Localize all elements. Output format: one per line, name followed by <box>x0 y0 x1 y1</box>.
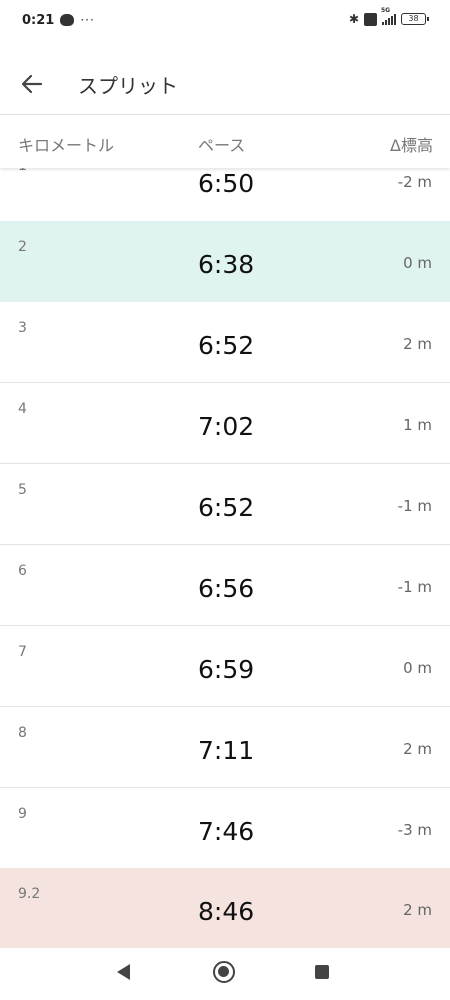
row-pace: 6:52 <box>198 493 255 522</box>
table-row-best: 2 6:38 0 m <box>0 221 450 302</box>
volte-icon <box>364 12 377 26</box>
status-bar: 0:21 ··· ✱ 5G 38 <box>0 0 450 40</box>
table-header: キロメートル ペース Δ標高 <box>0 114 450 168</box>
table-row: 4 7:02 1 m <box>0 383 450 464</box>
row-km: 6 <box>18 563 27 579</box>
row-pace: 6:59 <box>198 655 255 684</box>
row-elevation: 0 m <box>403 659 432 677</box>
status-time: 0:21 <box>22 12 55 28</box>
row-km: 3 <box>18 320 27 336</box>
row-km: 9.2 <box>18 886 41 902</box>
page-title: スプリット <box>78 73 178 98</box>
signal-icon: 5G <box>381 7 396 25</box>
row-pace: 6:38 <box>198 250 255 279</box>
table-row: 5 6:52 -1 m <box>0 464 450 545</box>
row-km: 2 <box>18 239 27 255</box>
arrow-left-icon[interactable] <box>10 62 54 106</box>
more-dots-icon: ··· <box>80 13 95 27</box>
row-pace: 8:46 <box>198 897 255 926</box>
bluetooth-icon: ✱ <box>348 12 359 26</box>
row-elevation: 2 m <box>403 335 432 353</box>
column-header-km: キロメートル <box>18 136 115 155</box>
table-row: 7 6:59 0 m <box>0 626 450 707</box>
table-row: 3 6:52 2 m <box>0 302 450 383</box>
row-km: 1 <box>18 168 27 174</box>
row-elevation: -1 m <box>397 497 432 515</box>
row-elevation: 1 m <box>403 416 432 434</box>
row-elevation: -1 m <box>397 578 432 596</box>
row-pace: 7:02 <box>198 412 255 441</box>
row-elevation: -3 m <box>397 821 432 839</box>
table-row: 1 6:50 -2 m <box>0 168 450 220</box>
status-right: ✱ 5G 38 <box>348 7 429 26</box>
battery-icon: 38 <box>401 13 429 25</box>
row-elevation: -2 m <box>397 173 432 191</box>
row-elevation: 0 m <box>403 254 432 272</box>
row-km: 8 <box>18 725 27 741</box>
app-bar: スプリット <box>0 56 450 112</box>
table-row: 8 7:11 2 m <box>0 707 450 788</box>
row-pace: 6:50 <box>198 169 255 198</box>
row-pace: 7:11 <box>198 736 255 765</box>
row-elevation: 2 m <box>403 901 432 919</box>
row-elevation: 2 m <box>403 740 432 758</box>
notification-icon <box>60 14 75 26</box>
splits-list[interactable]: 1 6:50 -2 m 2 6:38 0 m 3 6:52 2 m 4 7:02… <box>0 168 450 948</box>
row-km: 9 <box>18 806 27 822</box>
nav-home-icon[interactable] <box>213 961 235 983</box>
system-nav-bar <box>0 948 450 1000</box>
nav-back-icon[interactable] <box>117 964 130 980</box>
column-header-elevation: Δ標高 <box>390 136 433 155</box>
row-pace: 6:56 <box>198 574 255 603</box>
column-header-pace: ペース <box>198 136 246 155</box>
network-label: 5G <box>381 7 391 14</box>
table-row: 9 7:46 -3 m <box>0 788 450 869</box>
row-km: 4 <box>18 401 27 417</box>
nav-recents-icon[interactable] <box>315 965 329 979</box>
row-km: 7 <box>18 644 27 660</box>
table-row-last: 9.2 8:46 2 m <box>0 868 450 948</box>
row-pace: 7:46 <box>198 817 255 846</box>
row-pace: 6:52 <box>198 331 255 360</box>
table-row: 6 6:56 -1 m <box>0 545 450 626</box>
row-km: 5 <box>18 482 27 498</box>
status-left: 0:21 ··· <box>22 13 95 28</box>
